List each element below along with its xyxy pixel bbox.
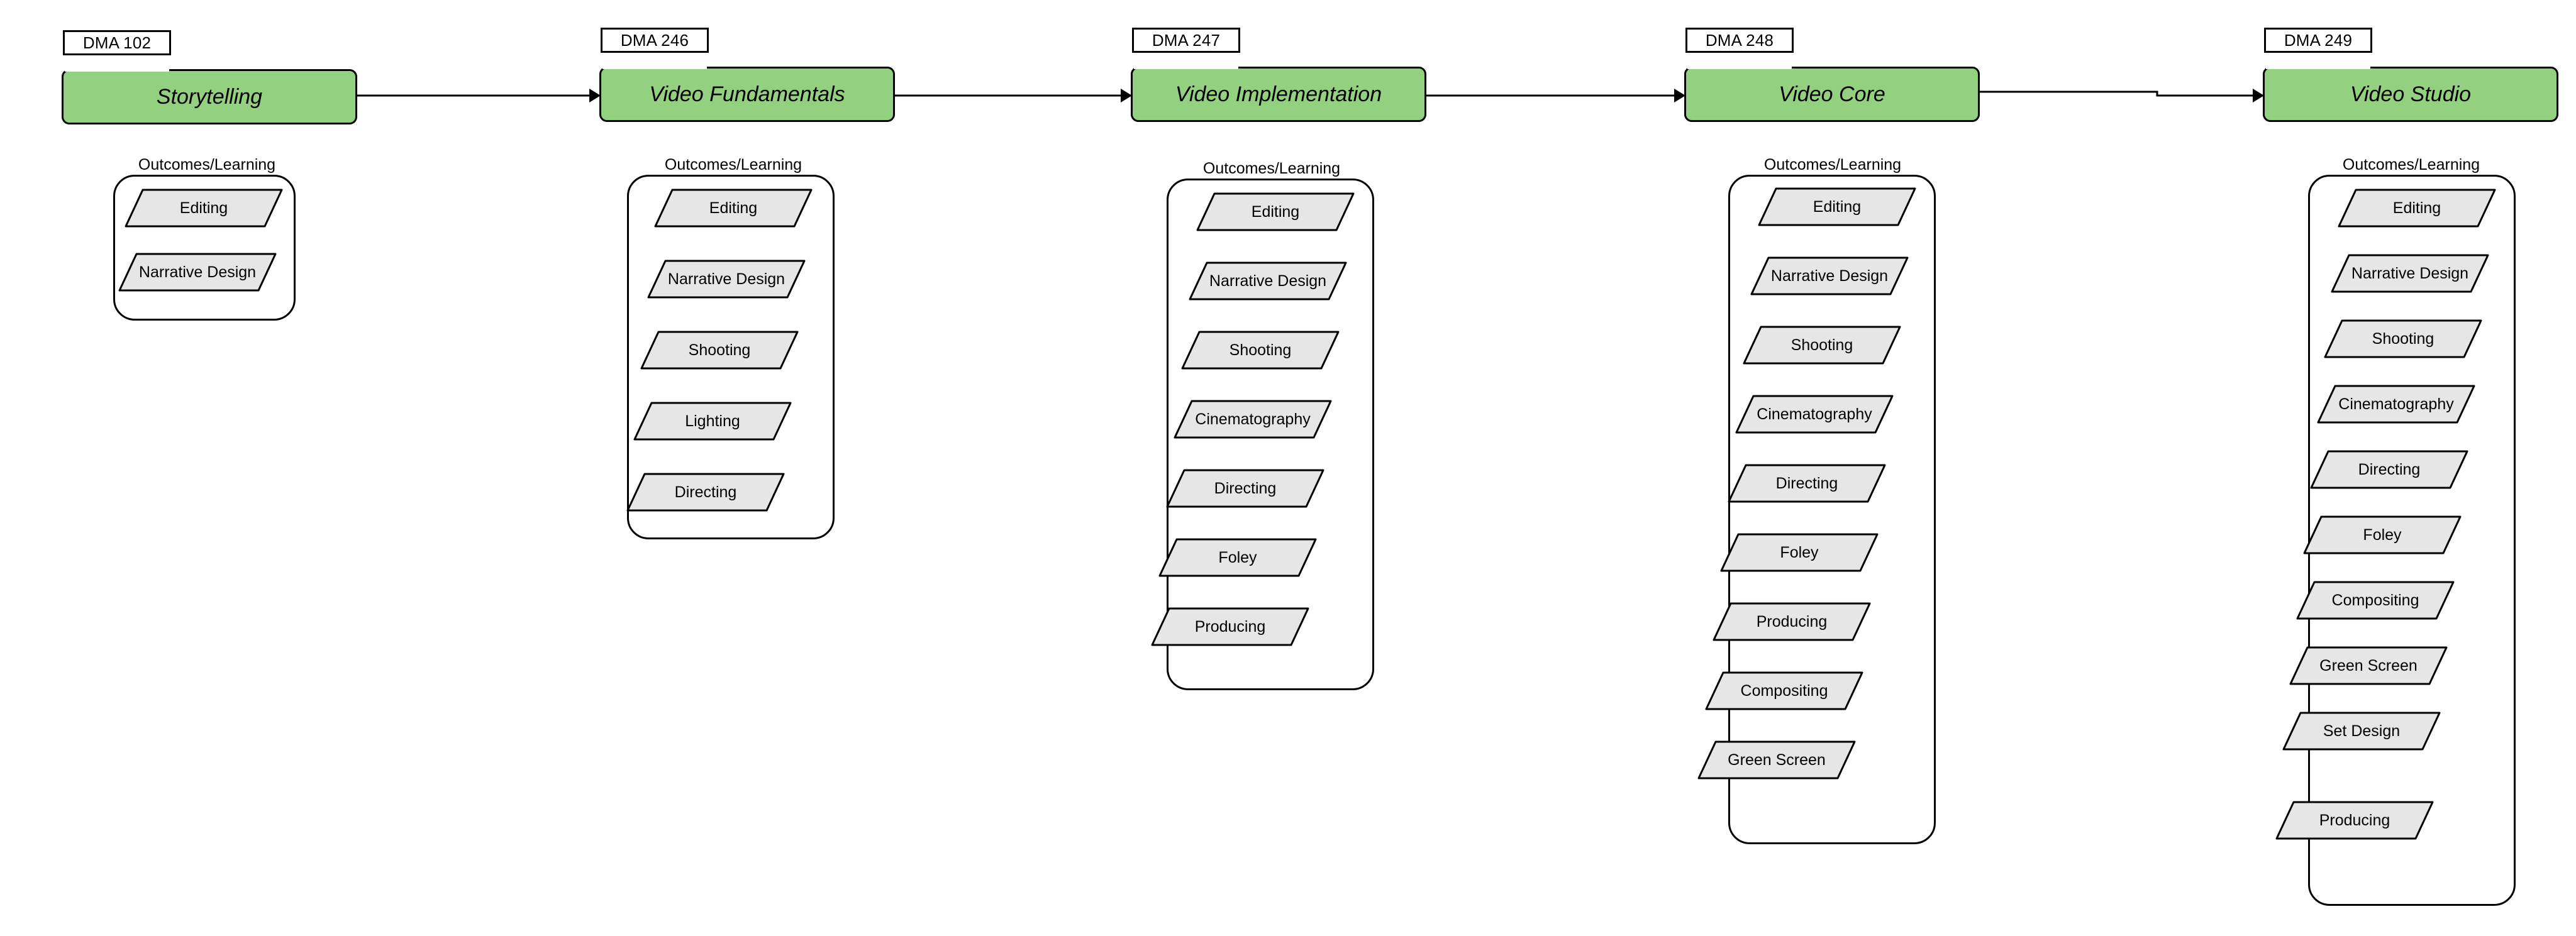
course-code-label: DMA 247 (1152, 30, 1221, 50)
course-code-tab-dma-102[interactable]: DMA 102 (63, 30, 171, 55)
tab-notch (1687, 65, 1792, 69)
course-box-dma-246[interactable]: Video Fundamentals (599, 67, 895, 122)
outcome-item: Directing (626, 473, 785, 512)
outcome-item: Foley (2303, 515, 2462, 554)
outcome-item: Producing (1713, 602, 1871, 641)
course-box-dma-247[interactable]: Video Implementation (1131, 67, 1426, 122)
course-code-label: DMA 249 (2284, 30, 2353, 50)
connector-arrow-3 (1414, 77, 1697, 114)
course-title: Video Core (1779, 82, 1885, 106)
outcome-item: Producing (1151, 607, 1309, 646)
course-code-label: DMA 246 (620, 30, 689, 50)
outcome-item: Green Screen (1697, 741, 1856, 779)
outcome-item: Narrative Design (118, 253, 277, 292)
outcome-item: Editing (1196, 192, 1355, 231)
outcome-item: Editing (1758, 187, 1916, 226)
course-title: Video Studio (2350, 82, 2472, 106)
outcome-item: Directing (1728, 464, 1886, 503)
outcomes-label-dma-102: Outcomes/Learning (129, 156, 285, 174)
outcome-item: Compositing (1705, 671, 1863, 710)
connector-arrow-1 (345, 77, 612, 114)
outcome-item: Set Design (2282, 712, 2441, 751)
outcome-item: Green Screen (2289, 646, 2448, 685)
outcome-item: Narrative Design (647, 260, 806, 299)
outcome-item: Narrative Design (1189, 262, 1347, 300)
outcome-item: Shooting (2324, 319, 2482, 358)
outcome-item: Foley (1720, 533, 1879, 572)
outcomes-label-dma-249: Outcomes/Learning (2333, 156, 2489, 174)
tab-notch (2266, 65, 2370, 69)
course-code-tab-dma-248[interactable]: DMA 248 (1685, 28, 1794, 53)
course-code-label: DMA 248 (1705, 30, 1774, 50)
outcomes-label-dma-247: Outcomes/Learning (1194, 160, 1350, 178)
outcome-item: Narrative Design (1750, 256, 1909, 295)
course-title: Video Fundamentals (649, 82, 845, 106)
course-title: Video Implementation (1175, 82, 1382, 106)
outcome-item: Producing (2275, 801, 2434, 840)
outcome-item: Directing (2310, 450, 2468, 489)
tab-notch (1134, 65, 1238, 69)
tab-notch (602, 65, 707, 69)
outcomes-label-dma-246: Outcomes/Learning (655, 156, 811, 174)
course-box-dma-102[interactable]: Storytelling (62, 69, 357, 124)
outcome-item: Cinematography (1735, 395, 1894, 434)
course-title: Storytelling (156, 84, 263, 109)
course-code-tab-dma-249[interactable]: DMA 249 (2264, 28, 2372, 53)
outcome-item: Narrative Design (2331, 254, 2489, 293)
tab-notch (65, 68, 169, 72)
connector-arrow-2 (882, 77, 1143, 114)
outcome-item: Shooting (640, 331, 799, 370)
outcome-item: Editing (2338, 189, 2496, 228)
outcome-item: Cinematography (1174, 400, 1332, 439)
outcome-item: Shooting (1743, 326, 1901, 365)
outcome-item: Editing (654, 189, 813, 228)
diagram-canvas: Outcomes/Learning Editing Narrative Design… (0, 0, 2576, 936)
outcome-item: Lighting (633, 402, 792, 441)
connector-arrow-4 (1967, 77, 2275, 114)
outcome-item: Cinematography (2317, 385, 2475, 424)
outcome-item: Shooting (1181, 331, 1340, 370)
course-code-tab-dma-246[interactable]: DMA 246 (601, 28, 709, 53)
course-box-dma-248[interactable]: Video Core (1684, 67, 1980, 122)
course-code-label: DMA 102 (82, 33, 152, 52)
outcome-item: Editing (125, 189, 283, 228)
course-box-dma-249[interactable]: Video Studio (2263, 67, 2558, 122)
outcome-item: Compositing (2296, 581, 2455, 620)
outcome-item: Directing (1166, 469, 1324, 508)
course-code-tab-dma-247[interactable]: DMA 247 (1132, 28, 1240, 53)
outcome-item: Foley (1158, 538, 1317, 577)
outcomes-label-dma-248: Outcomes/Learning (1755, 156, 1911, 174)
